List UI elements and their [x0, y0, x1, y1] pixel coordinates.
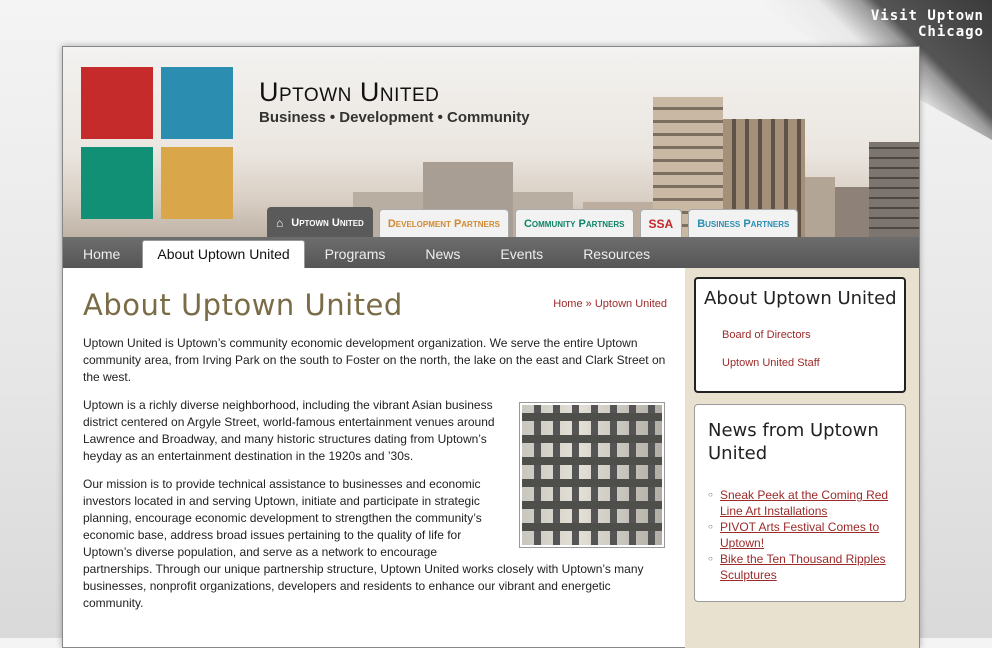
- news-box: News from Uptown United ○ Sneak Peek at t…: [694, 404, 906, 602]
- about-text: Uptown United is Uptown’s community econ…: [83, 335, 667, 623]
- main-nav: Home About Uptown United Programs News E…: [63, 237, 919, 268]
- nav-item-home[interactable]: Home: [63, 246, 140, 268]
- tab-development-partners[interactable]: Development Partners: [378, 209, 509, 237]
- skyline-building: [805, 177, 835, 237]
- logo-square-blue: [161, 67, 233, 139]
- building-image: [522, 405, 662, 545]
- bullet-icon: ○: [708, 522, 713, 531]
- tab-ssa[interactable]: SSA: [639, 209, 683, 237]
- tab-community-partners[interactable]: Community Partners: [514, 209, 634, 237]
- tab-label: Uptown United: [291, 216, 364, 229]
- breadcrumb-home[interactable]: Home: [553, 298, 582, 310]
- site-frame: Uptown United Business • Development • C…: [62, 46, 920, 648]
- list-item: ○ PIVOT Arts Festival Comes to Uptown!: [708, 519, 897, 551]
- news-link[interactable]: Sneak Peek at the Coming Red Line Art In…: [720, 487, 897, 519]
- tab-label: Development Partners: [387, 217, 500, 230]
- breadcrumb-separator: »: [585, 298, 592, 310]
- tab-label: Community Partners: [523, 217, 625, 230]
- partner-tabs: ⌂ Uptown United Development Partners Com…: [267, 207, 799, 237]
- site-brand[interactable]: Uptown United: [259, 77, 439, 108]
- tab-label: Business Partners: [697, 217, 790, 230]
- skyline-building: [835, 187, 869, 237]
- bullet-icon: ○: [708, 490, 713, 499]
- about-box: About Uptown United Board of Directors U…: [694, 277, 906, 393]
- bullet-icon: ○: [708, 554, 713, 563]
- nav-item-news[interactable]: News: [405, 246, 480, 268]
- news-box-title: News from Uptown United: [708, 420, 879, 464]
- paragraph: Uptown United is Uptown’s community econ…: [83, 336, 666, 384]
- page-title: About Uptown United: [83, 288, 403, 322]
- home-icon: ⌂: [276, 215, 284, 230]
- list-item: ○ Bike the Ten Thousand Ripples Sculpture…: [708, 551, 897, 583]
- nav-item-events[interactable]: Events: [480, 246, 563, 268]
- site-header: Uptown United Business • Development • C…: [63, 47, 919, 237]
- link-board-of-directors[interactable]: Board of Directors: [722, 329, 904, 341]
- skyline-building: [869, 142, 919, 237]
- nav-item-about[interactable]: About Uptown United: [142, 240, 305, 268]
- visit-uptown-chicago-link[interactable]: Visit Uptown Chicago: [834, 8, 984, 40]
- nav-item-programs[interactable]: Programs: [305, 246, 406, 268]
- news-link[interactable]: Bike the Ten Thousand Ripples Sculptures: [720, 551, 897, 583]
- logo-square-gold: [161, 147, 233, 219]
- link-uptown-united-staff[interactable]: Uptown United Staff: [722, 357, 904, 369]
- paragraph-intro-wrap: Uptown United is Uptown’s community econ…: [83, 335, 667, 386]
- about-links: Board of Directors Uptown United Staff: [696, 309, 904, 369]
- tab-business-partners[interactable]: Business Partners: [688, 209, 799, 237]
- site-tagline: Business • Development • Community: [259, 109, 530, 126]
- news-link[interactable]: PIVOT Arts Festival Comes to Uptown!: [720, 519, 897, 551]
- about-box-title: About Uptown United: [704, 288, 897, 309]
- main-content: About Uptown United Home » Uptown United…: [63, 268, 685, 648]
- building-photo: [519, 402, 665, 548]
- logo-square-red: [81, 67, 153, 139]
- tab-label: SSA: [648, 216, 674, 231]
- paragraph: Uptown is a richly diverse neighborhood,…: [83, 398, 495, 463]
- news-list: ○ Sneak Peek at the Coming Red Line Art I…: [695, 465, 905, 583]
- breadcrumb-current[interactable]: Uptown United: [595, 298, 667, 310]
- tab-uptown-united[interactable]: ⌂ Uptown United: [267, 207, 373, 237]
- sidebar: About Uptown United Board of Directors U…: [685, 268, 919, 648]
- list-item: ○ Sneak Peek at the Coming Red Line Art I…: [708, 487, 897, 519]
- breadcrumb: Home » Uptown United: [553, 298, 667, 310]
- logo-square-green: [81, 147, 153, 219]
- nav-item-resources[interactable]: Resources: [563, 246, 670, 268]
